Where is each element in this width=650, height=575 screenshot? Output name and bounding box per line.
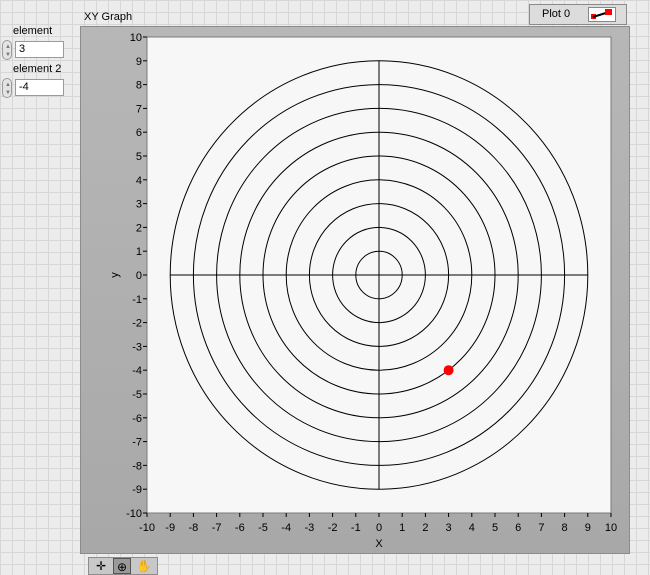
- x-tick-label: -2: [328, 522, 338, 534]
- x-tick-label: -7: [212, 522, 222, 534]
- y-tick-label: 3: [136, 199, 142, 211]
- y-tick-label: 1: [136, 246, 142, 258]
- y-tick-label: 5: [136, 151, 142, 163]
- x-tick-label: -4: [281, 522, 291, 534]
- y-tick-label: 2: [136, 222, 142, 234]
- x-tick-label: 8: [562, 522, 568, 534]
- x-tick-label: 6: [515, 522, 521, 534]
- x-tick-label: 5: [492, 522, 498, 534]
- x-tick-label: 1: [399, 522, 405, 534]
- x-axis-label: X: [375, 538, 383, 550]
- data-point[interactable]: [443, 365, 454, 376]
- x-tick-label: 10: [605, 522, 617, 534]
- x-tick-label: -5: [258, 522, 268, 534]
- x-tick-label: 4: [469, 522, 475, 534]
- y-tick-label: 6: [136, 127, 142, 139]
- y-tick-label: -2: [132, 318, 142, 330]
- x-tick-label: -9: [165, 522, 175, 534]
- x-tick-label: -6: [235, 522, 245, 534]
- y-tick-label: -6: [132, 413, 142, 425]
- y-tick-label: -10: [126, 508, 142, 520]
- zoom-icon[interactable]: ⊕: [113, 558, 131, 574]
- y-tick-label: -9: [132, 484, 142, 496]
- xy-graph-plot: -10 -9 -8 -7 -6 -5 -4 -3 -2 -1 0 1 2 3 4 5 6 7 8 9 10-10-9-8…: [109, 32, 617, 550]
- y-tick-label: 4: [136, 175, 142, 187]
- y-tick-label: -5: [132, 389, 142, 401]
- cursor-move-icon[interactable]: ✛: [92, 558, 110, 574]
- pan-hand-icon[interactable]: ✋: [135, 558, 153, 574]
- x-tick-label: 3: [446, 522, 452, 534]
- y-tick-label: 7: [136, 103, 142, 115]
- y-tick-label: 0: [136, 270, 142, 282]
- x-tick-label: -1: [351, 522, 361, 534]
- y-tick-label: -7: [132, 437, 142, 449]
- x-tick-label: 2: [422, 522, 428, 534]
- x-tick-label: -10: [139, 522, 155, 534]
- x-tick-label: -3: [305, 522, 315, 534]
- y-tick-label: -4: [132, 365, 142, 377]
- x-tick-label: -8: [189, 522, 199, 534]
- graph-palette: ✛ ⊕ ✋: [88, 557, 158, 575]
- y-tick-label: -8: [132, 460, 142, 472]
- y-tick-label: -3: [132, 341, 142, 353]
- x-tick-label: 9: [585, 522, 591, 534]
- y-axis-label: y: [109, 272, 121, 278]
- y-tick-label: 9: [136, 56, 142, 68]
- y-tick-label: -1: [132, 294, 142, 306]
- y-tick-label: 10: [130, 32, 142, 44]
- x-tick-label: 0: [376, 522, 382, 534]
- y-tick-label: 8: [136, 80, 142, 92]
- x-tick-label: 7: [538, 522, 544, 534]
